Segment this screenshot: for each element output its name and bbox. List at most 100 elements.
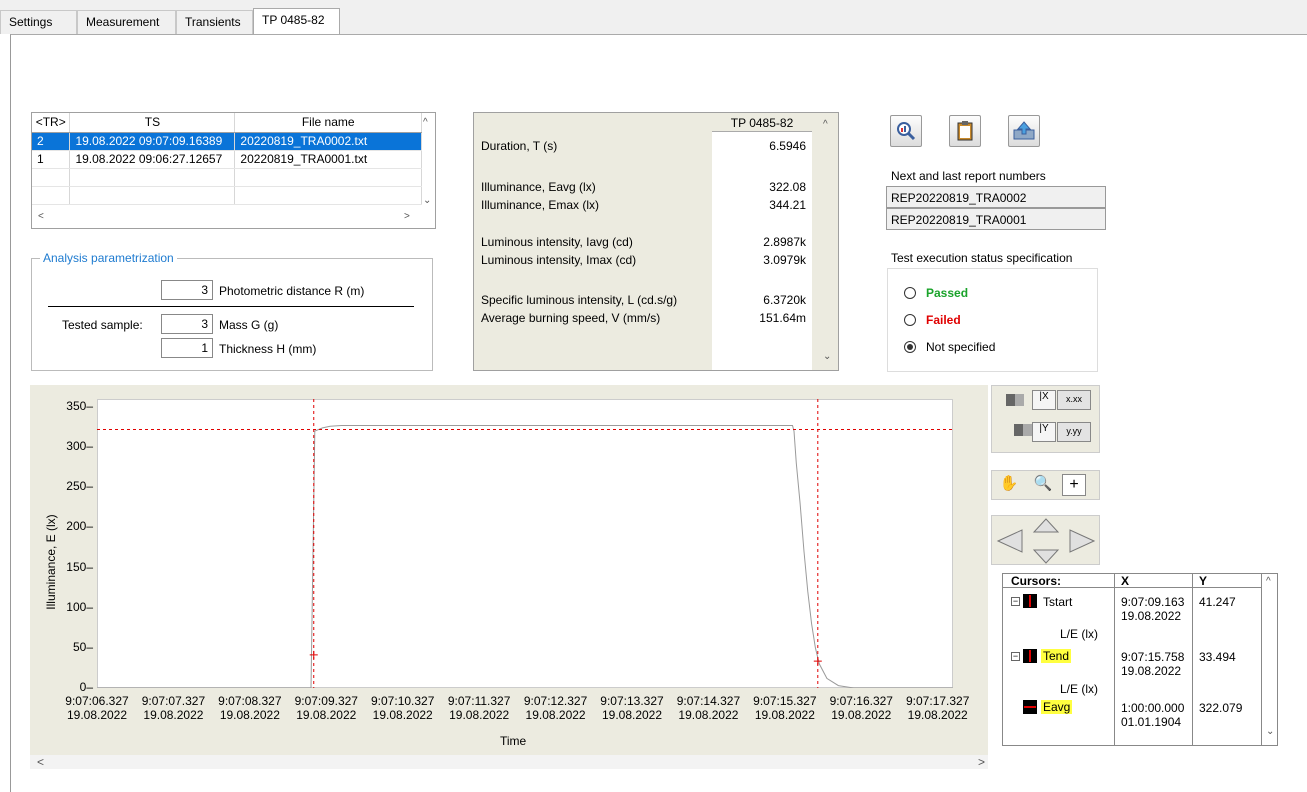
chart-panel: 0– 50– 100– 150– 200– 250– 300– 350– 9:07:06.32… (30, 385, 988, 755)
y-axis-label: Illuminance, E (lx) (44, 514, 58, 610)
cursor-x: 9:07:15.758 (1121, 650, 1185, 664)
distance-label: Photometric distance R (m) (219, 284, 365, 298)
arrow-left-icon[interactable] (996, 529, 1023, 553)
mass-input[interactable]: 3 (161, 314, 213, 334)
cursor-sub: L/E (lx) (1060, 627, 1099, 641)
arrow-down-icon[interactable] (1032, 549, 1060, 564)
clipboard-button[interactable] (949, 115, 981, 147)
cell-tr: 1 (32, 150, 71, 169)
table-row[interactable]: 2 19.08.2022 09:07:09.16389 20220819_TRA… (32, 132, 422, 151)
analysis-title: Analysis parametrization (40, 251, 177, 265)
table-row (32, 168, 422, 187)
y-scale-icon (1014, 424, 1032, 436)
mass-label: Mass G (g) (219, 318, 279, 332)
col-header-tr[interactable]: <TR> (32, 113, 71, 133)
scroll-up-icon[interactable]: ^ (423, 117, 428, 128)
scroll-left-icon[interactable]: < (37, 755, 44, 769)
result-value: 2.8987k (712, 233, 812, 251)
report-title: Next and last report numbers (891, 169, 1046, 183)
result-row-speed: Average burning speed, V (mm/s) 151.64m (474, 309, 829, 327)
cursor-col-name: Cursors: (1011, 574, 1062, 588)
cursor-y: 322.079 (1199, 701, 1243, 715)
result-row-duration: Duration, T (s) 6.5946 (474, 137, 829, 155)
x-tick-label: 9:07:13.327 19.08.2022 (600, 694, 664, 722)
save-report-button[interactable] (1008, 115, 1040, 147)
tab-transients[interactable]: Transients (176, 10, 253, 34)
results-header: TP 0485-82 (712, 113, 812, 132)
tool-palette: ✋ 🔍 + (991, 470, 1100, 500)
y-tick-label: 0– (79, 680, 93, 694)
thickness-label: Thickness H (mm) (219, 342, 317, 356)
cursor-name[interactable]: Eavg (1041, 700, 1073, 714)
radio-circle[interactable] (904, 287, 916, 299)
scroll-left-icon[interactable]: < (38, 211, 44, 222)
radio-circle[interactable] (904, 314, 916, 326)
cursor-marker-icon (1023, 649, 1037, 663)
y-tick-label: 250– (66, 479, 93, 494)
magnifier-chart-icon (897, 122, 916, 141)
cursor-marker-icon (1023, 594, 1037, 608)
x-scale-icon (1006, 394, 1024, 406)
thickness-input[interactable]: 1 (161, 338, 213, 358)
distance-input[interactable]: 3 (161, 280, 213, 300)
zoom-icon[interactable]: 🔍 (1030, 474, 1056, 496)
cursor-name[interactable]: Tend (1041, 649, 1072, 663)
col-header-ts[interactable]: TS (69, 113, 236, 133)
scroll-right-icon[interactable]: > (404, 211, 410, 222)
scroll-up-icon[interactable]: ^ (1266, 576, 1271, 587)
result-row-eavg: Illuminance, Eavg (lx) 322.08 (474, 178, 829, 196)
cursor-x-date: 19.08.2022 (1121, 609, 1182, 623)
cursors-table[interactable]: Cursors: X Y ^ ⌄ − Tstart 9:07:09.163 19… (1002, 573, 1278, 746)
cell-filename: 20220819_TRA0001.txt (234, 150, 422, 169)
tab-measurement[interactable]: Measurement (77, 10, 176, 34)
scroll-down-icon[interactable]: ⌄ (423, 195, 431, 206)
chart-svg[interactable] (97, 399, 953, 688)
result-row-iavg: Luminous intensity, Iavg (cd) 2.8987k (474, 233, 829, 251)
result-value: 6.5946 (712, 137, 812, 155)
radio-failed[interactable]: Failed (904, 313, 961, 331)
y-tick-label: 150– (66, 559, 93, 574)
y-format-button[interactable]: y.yy (1057, 422, 1091, 442)
radio-not-specified[interactable]: Not specified (904, 340, 995, 358)
radio-circle[interactable] (904, 341, 916, 353)
cursor-x-date: 01.01.1904 (1121, 715, 1182, 729)
cursor-tend-marker[interactable] (813, 657, 822, 666)
collapse-icon[interactable]: − (1011, 597, 1020, 606)
chart-hscroll[interactable]: < > (30, 755, 988, 769)
clipboard-icon (957, 121, 973, 141)
arrow-right-icon[interactable] (1069, 529, 1096, 553)
result-value: 6.3720k (712, 291, 812, 309)
result-label: Duration, T (s) (481, 139, 558, 153)
file-table[interactable]: <TR> TS File name 2 19.08.2022 09:07:09.… (31, 112, 436, 229)
scroll-up-icon[interactable]: ^ (823, 119, 828, 130)
cursor-name[interactable]: Tstart (1043, 595, 1072, 609)
col-divider (1114, 574, 1115, 745)
radio-passed[interactable]: Passed (904, 286, 968, 304)
x-format-button[interactable]: x.xx (1057, 390, 1091, 410)
table-row[interactable]: 1 19.08.2022 09:06:27.12657 20220819_TRA… (32, 150, 422, 169)
cursor-move-pad (991, 515, 1100, 565)
col-header-filename[interactable]: File name (234, 113, 422, 133)
results-table[interactable]: TP 0485-82 Duration, T (s) 6.5946 Illumi… (473, 112, 839, 371)
pan-hand-icon[interactable]: ✋ (996, 474, 1022, 496)
scroll-right-icon[interactable]: > (978, 755, 985, 769)
result-label: Specific luminous intensity, L (cd.s/g) (481, 293, 678, 307)
y-autoscale-button[interactable]: |Y (1032, 422, 1056, 442)
arrow-up-icon[interactable] (1032, 518, 1060, 533)
tab-tp-0485-82[interactable]: TP 0485-82 (253, 8, 340, 35)
col-divider (1261, 574, 1262, 745)
y-tick-label: 100– (66, 599, 93, 614)
x-axis-label: Time (500, 734, 527, 748)
scroll-down-icon[interactable]: ⌄ (1266, 726, 1274, 737)
cursor-y: 41.247 (1199, 595, 1236, 609)
x-tick-label: 9:07:17.327 19.08.2022 (906, 694, 970, 722)
status-title: Test execution status specification (891, 251, 1073, 265)
collapse-icon[interactable]: − (1011, 652, 1020, 661)
cursor-crosshair-button[interactable]: + (1062, 474, 1086, 496)
tab-bar: Settings Measurement Transients TP 0485-… (0, 0, 1307, 35)
x-autoscale-button[interactable]: |X (1032, 390, 1056, 410)
tab-settings[interactable]: Settings (0, 10, 77, 34)
cursor-col-y: Y (1199, 574, 1208, 588)
preview-report-button[interactable] (890, 115, 922, 147)
scroll-down-icon[interactable]: ⌄ (823, 351, 831, 362)
